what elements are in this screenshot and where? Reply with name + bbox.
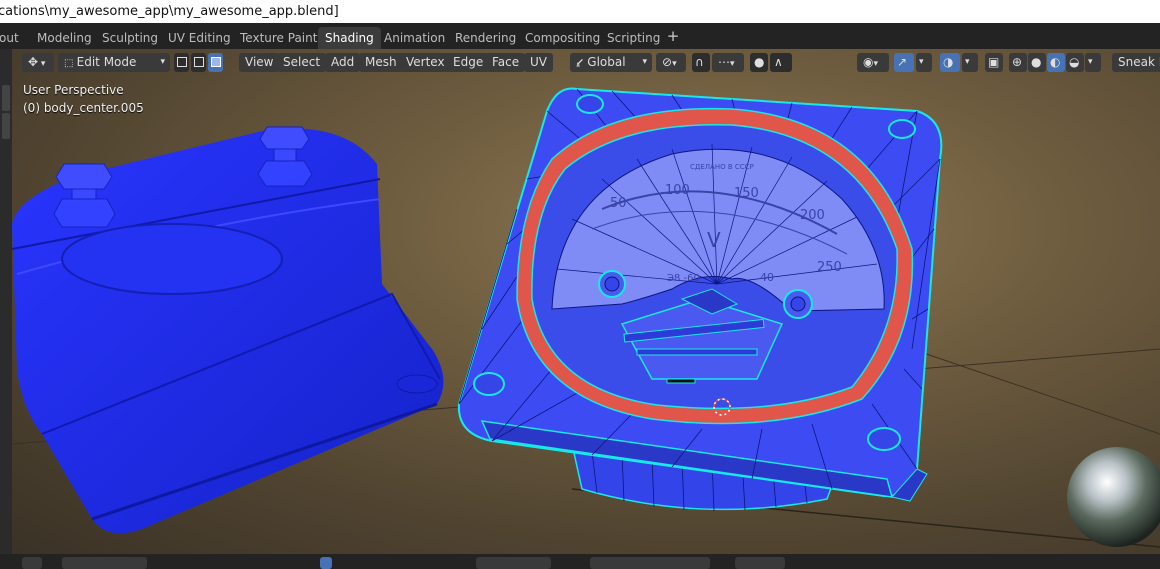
falloff-curve-icon: ∧ xyxy=(774,55,783,69)
chevron-down-icon: ▾ xyxy=(919,57,924,67)
material-sphere-icon: ◐ xyxy=(1050,55,1061,69)
hdri-preview-sphere xyxy=(1067,447,1160,547)
tab-layout[interactable]: out xyxy=(0,27,26,49)
menu-select[interactable]: Select xyxy=(277,53,327,72)
orientation-icon: ⭹ xyxy=(576,55,588,69)
mode-dropdown[interactable]: ⬚ Edit Mode ▾ xyxy=(58,53,170,72)
snap-increment-icon: ⋯ xyxy=(718,55,730,69)
xray-toggle[interactable]: ▣ xyxy=(985,53,1003,72)
edit-mode-icon: ⬚ xyxy=(64,58,77,69)
orientation-label: Global xyxy=(587,55,626,69)
status-bar xyxy=(0,554,1160,569)
dial-label-200: 200 xyxy=(800,208,825,223)
pivot-icon: ⊘ xyxy=(662,55,673,69)
dial-maker-text: СДЕЛАНО В СССР xyxy=(690,163,754,171)
rendered-sphere-icon: ◒ xyxy=(1069,55,1080,69)
solid-sphere-icon: ● xyxy=(1031,55,1042,69)
editor-type-button[interactable]: ✥ ▾ xyxy=(22,53,54,72)
chevron-down-icon: ▾ xyxy=(965,57,970,67)
tab-compositing[interactable]: Compositing xyxy=(518,27,607,49)
3d-viewport[interactable]: 50 100 150 200 250 40 V СДЕЛАНО В СССР Э… xyxy=(12,49,1160,554)
visibility-dropdown[interactable]: ◉▾ xyxy=(857,53,889,72)
dial-label-50: 50 xyxy=(610,196,627,211)
rendered-shading-button[interactable]: ◒ xyxy=(1066,53,1084,72)
status-item[interactable] xyxy=(735,557,785,569)
pivot-point-dropdown[interactable]: ⊘▾ xyxy=(656,53,686,72)
chevron-down-icon: ▾ xyxy=(642,57,647,67)
solid-shading-button[interactable]: ● xyxy=(1028,53,1046,72)
edge-select-button[interactable] xyxy=(191,53,206,72)
magnet-icon: ∩ xyxy=(695,55,704,69)
shading-options-dropdown[interactable]: ▾ xyxy=(1085,53,1101,72)
falloff-dropdown[interactable]: ∧ xyxy=(770,53,792,72)
status-item[interactable] xyxy=(22,557,42,569)
workspace-tab-bar: out Modeling Sculpting UV Editing Textur… xyxy=(0,23,1160,49)
menu-view[interactable]: View xyxy=(239,53,280,72)
proportional-editing-toggle[interactable]: ● xyxy=(750,53,768,72)
dial-unit-label: V xyxy=(707,228,721,252)
vertex-select-icon xyxy=(177,57,187,67)
viewport-scene: 50 100 150 200 250 40 V СДЕЛАНО В СССР Э… xyxy=(12,87,1160,548)
status-item[interactable] xyxy=(476,557,551,569)
grid-line xyxy=(911,348,1160,435)
tab-rendering[interactable]: Rendering xyxy=(448,27,523,49)
material-preview-button[interactable]: ◐ xyxy=(1047,53,1065,72)
snap-toggle[interactable]: ∩ xyxy=(692,53,710,72)
gizmo-toggle[interactable]: ↗ xyxy=(894,53,914,72)
wireframe-shading-button[interactable]: ⊕ xyxy=(1009,53,1027,72)
voltmeter-object-edit[interactable]: 50 100 150 200 250 40 V СДЕЛАНО В СССР Э… xyxy=(457,87,943,512)
gizmo-icon: ↗ xyxy=(897,55,908,69)
tab-uv-editing[interactable]: UV Editing xyxy=(161,27,238,49)
mode-label: Edit Mode xyxy=(76,55,137,69)
tool-button[interactable] xyxy=(2,85,10,111)
status-checkbox[interactable] xyxy=(320,557,332,569)
voltmeter-object-left[interactable] xyxy=(12,126,444,534)
add-workspace-button[interactable]: + xyxy=(664,28,682,46)
eye-icon: ◉ xyxy=(863,55,874,69)
window-title-bar: cations\my_awesome_app\my_awesome_app.bl… xyxy=(0,0,1160,23)
dial-label-100: 100 xyxy=(665,183,690,198)
menu-face[interactable]: Face xyxy=(486,53,526,72)
snap-target-dropdown[interactable]: ⋯▾ xyxy=(712,53,744,72)
viewport-header: ✥ ▾ ⬚ Edit Mode ▾ View Select Add Mesh Ve… xyxy=(12,49,1160,75)
overlays-icon: ◑ xyxy=(943,55,954,69)
tab-scripting[interactable]: Scripting xyxy=(600,27,667,49)
menu-mesh[interactable]: Mesh xyxy=(359,53,403,72)
tab-shading[interactable]: Shading xyxy=(318,27,381,49)
sneak-peek-button[interactable]: Sneak I xyxy=(1112,53,1160,72)
dial-label-40: 40 xyxy=(760,271,774,284)
gizmo-dropdown[interactable]: ▾ xyxy=(916,53,932,72)
tab-sculpting[interactable]: Sculpting xyxy=(95,27,165,49)
face-select-icon xyxy=(211,57,221,67)
menu-vertex[interactable]: Vertex xyxy=(400,53,451,72)
vertex-select-button[interactable] xyxy=(174,53,189,72)
edge-select-icon xyxy=(194,57,204,67)
tab-modeling[interactable]: Modeling xyxy=(30,27,99,49)
tool-button[interactable] xyxy=(2,113,10,139)
dial-class-text: Э8 -60 xyxy=(667,273,700,284)
active-object-label: (0) body_center.005 xyxy=(23,101,144,115)
menu-add[interactable]: Add xyxy=(325,53,361,72)
face-select-button[interactable] xyxy=(208,53,223,72)
status-item[interactable] xyxy=(590,557,710,569)
transform-orientation-dropdown[interactable]: ⭹ Global ▾ xyxy=(570,53,652,72)
dial-label-250: 250 xyxy=(817,260,842,275)
overlays-dropdown[interactable]: ▾ xyxy=(962,53,978,72)
wireframe-sphere-icon: ⊕ xyxy=(1012,55,1023,69)
chevron-down-icon: ▾ xyxy=(160,57,165,67)
axis-icon: ✥ xyxy=(28,55,39,69)
proportional-icon: ● xyxy=(754,55,765,69)
tab-texture-paint[interactable]: Texture Paint xyxy=(233,27,324,49)
dial-label-150: 150 xyxy=(734,186,759,201)
tab-animation[interactable]: Animation xyxy=(377,27,452,49)
xray-icon: ▣ xyxy=(988,55,1000,69)
menu-uv[interactable]: UV xyxy=(524,53,553,72)
overlays-toggle[interactable]: ◑ xyxy=(940,53,960,72)
window-title: cations\my_awesome_app\my_awesome_app.bl… xyxy=(0,4,339,19)
chevron-down-icon: ▾ xyxy=(1088,57,1093,67)
menu-edge[interactable]: Edge xyxy=(447,53,490,72)
view-name-label: User Perspective xyxy=(23,83,124,97)
status-item[interactable] xyxy=(62,557,147,569)
